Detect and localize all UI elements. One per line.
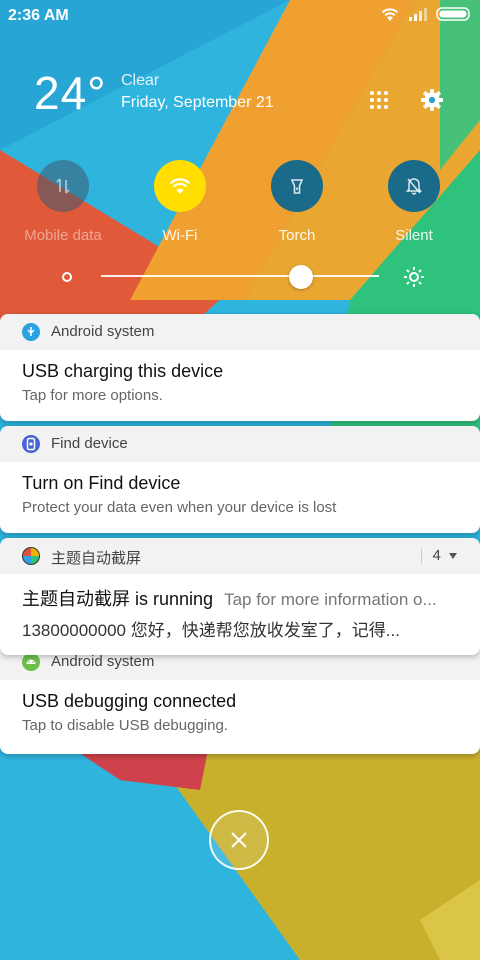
tile-label: Torch [278,227,316,244]
notification-subtitle: Tap for more options. [22,387,163,404]
brightness-slider[interactable] [0,262,480,292]
torch-icon [290,179,304,194]
tile-torch[interactable]: Torch [247,160,347,244]
notification-subtitle: Tap to disable USB debugging. [22,717,228,734]
brightness-thumb[interactable] [289,265,314,289]
tile-mobile-data-button[interactable] [37,160,89,212]
notification-header: Find device [0,426,480,462]
tile-label: Silent [395,227,433,244]
android-robot-icon [22,653,40,671]
notification-header: Android system [0,314,480,350]
notification-theme-screenshot[interactable]: 主题自动截屏 4 主题自动截屏 is running Tap for more … [0,538,480,655]
status-bar: 2:36 AM [0,0,480,32]
temperature: 24° [34,67,107,119]
header-divider [421,548,422,564]
tile-mobile-data[interactable]: Mobile data [13,160,113,244]
grid-icon [370,91,388,109]
grid-button[interactable] [364,85,394,115]
close-icon [231,832,247,848]
tile-wifi-button[interactable] [154,160,206,212]
notification-find-device[interactable]: Find device Turn on Find device Protect … [0,426,480,533]
notification-subtitle: Protect your data even when your device … [22,499,337,516]
notification-title: Turn on Find device [22,473,181,493]
signal-icon [409,8,427,21]
bell-off-icon [406,178,422,195]
tile-label: Wi-Fi [162,227,198,244]
brightness-low-icon [62,272,72,282]
notification-title-row: 主题自动截屏 is running Tap for more informati… [22,585,460,611]
wifi-icon [169,178,191,194]
battery-icon [436,7,470,21]
notification-header: 主题自动截屏 4 [0,538,480,574]
brightness-track[interactable] [101,275,379,277]
notification-title-extra: Tap for more information o... [224,590,437,609]
tile-wifi[interactable]: Wi-Fi [130,160,230,244]
weather-condition: Clear [121,72,160,89]
notification-usb-charging[interactable]: Android system USB charging this device … [0,314,480,421]
notification-title: USB charging this device [22,361,224,381]
brightness-high-icon [404,267,424,287]
weather-date: Friday, September 21 [121,94,274,111]
status-time: 2:36 AM [8,7,69,24]
notification-title: USB debugging connected [22,691,237,711]
notification-app-name: Android system [51,653,155,670]
notification-app-name: Find device [51,435,128,452]
notification-count-value: 4 [432,547,441,564]
tile-torch-button[interactable] [271,160,323,212]
notification-title: 主题自动截屏 is running [22,589,214,609]
find-device-icon [22,435,40,453]
gear-icon [421,89,443,111]
notification-app-name: Android system [51,323,155,340]
mobile-data-icon [56,178,70,194]
settings-button[interactable] [417,85,447,115]
android-system-icon [22,323,40,341]
tile-silent-button[interactable] [388,160,440,212]
notification-count[interactable]: 4 [432,547,458,564]
notification-subtitle: 13800000000 您好，快递帮您放收发室了，记得... [22,621,400,640]
tile-label: Mobile data [24,227,102,244]
expand-caret-icon [449,553,457,559]
theme-app-icon [22,547,40,565]
notification-usb-debugging[interactable]: Android system USB debugging connected T… [0,640,480,754]
notification-app-name: 主题自动截屏 [51,550,142,567]
wifi-icon [381,8,399,21]
clear-all-button[interactable] [209,810,269,870]
tile-silent[interactable]: Silent [364,160,464,244]
